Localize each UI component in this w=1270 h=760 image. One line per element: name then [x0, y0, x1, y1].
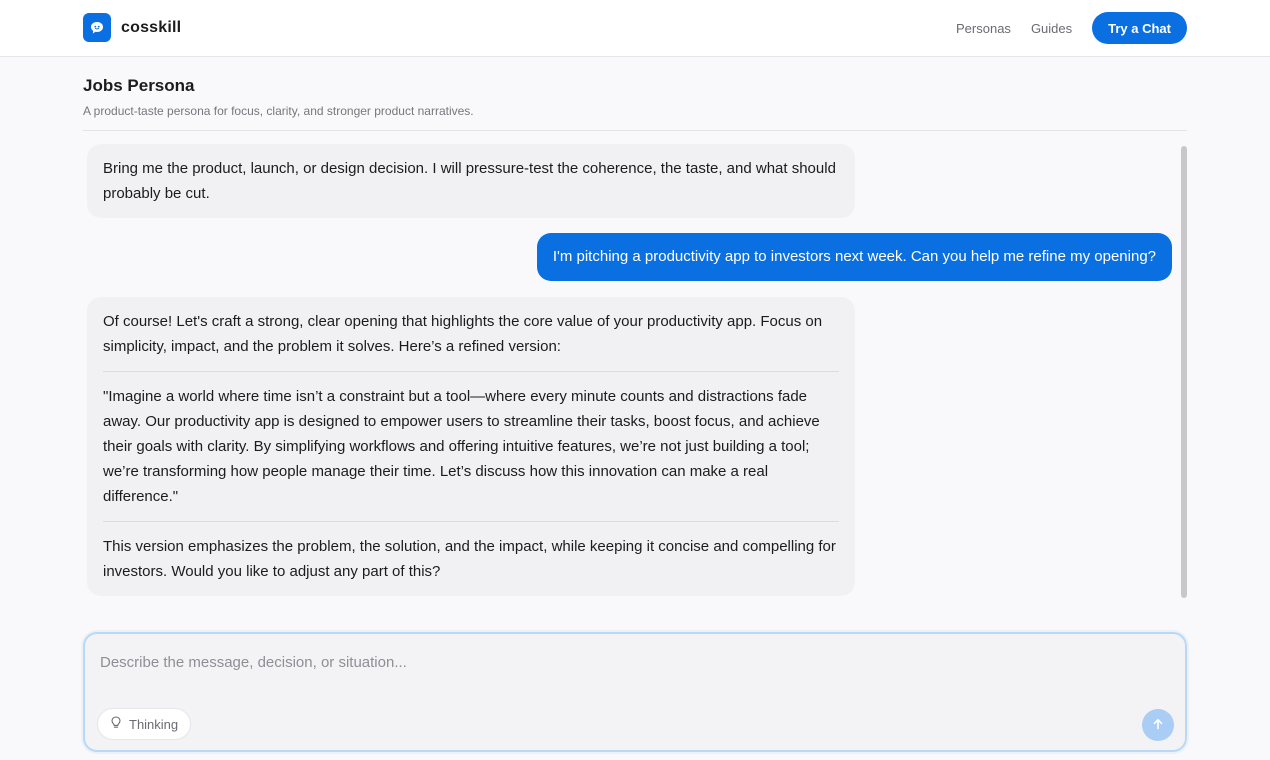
- chat-bubble-face-icon: [83, 13, 111, 42]
- brand[interactable]: cosskill: [83, 13, 181, 42]
- message-paragraph: This version emphasizes the problem, the…: [103, 538, 836, 580]
- thinking-label: Thinking: [129, 716, 179, 732]
- message-input[interactable]: [100, 650, 1160, 674]
- lightbulb-icon: [110, 716, 129, 732]
- top-nav: Personas Guides Try a Chat: [956, 12, 1187, 44]
- page-header: Jobs Persona A product-taste persona for…: [83, 76, 1187, 118]
- page-title: Jobs Persona: [83, 76, 195, 95]
- paragraph-divider: [103, 521, 839, 522]
- message-quote: "Imagine a world where time isn’t a cons…: [103, 388, 820, 505]
- thinking-toggle[interactable]: Thinking: [97, 708, 192, 740]
- composer: Thinking: [83, 632, 1187, 752]
- arrow-up-icon: [1152, 718, 1164, 733]
- page-subtitle: A product-taste persona for focus, clari…: [83, 104, 474, 118]
- chat-thread[interactable]: Bring me the product, launch, or design …: [83, 131, 1187, 601]
- chat-scrollbar[interactable]: [1181, 146, 1187, 598]
- nav-link-personas[interactable]: Personas: [956, 21, 1011, 36]
- send-button[interactable]: [1142, 709, 1174, 741]
- paragraph-divider: [103, 371, 839, 372]
- message-paragraph: Bring me the product, launch, or design …: [103, 160, 836, 202]
- nav-link-guides[interactable]: Guides: [1031, 21, 1072, 36]
- user-message: I'm pitching a productivity app to inves…: [536, 233, 1172, 281]
- message-paragraph: Of course! Let's craft a strong, clear o…: [103, 313, 823, 355]
- try-a-chat-button[interactable]: Try a Chat: [1092, 12, 1187, 44]
- assistant-message: Bring me the product, launch, or design …: [87, 144, 855, 218]
- top-bar: cosskill Personas Guides Try a Chat: [0, 0, 1270, 57]
- brand-name: cosskill: [121, 18, 182, 36]
- assistant-message: Of course! Let's craft a strong, clear o…: [87, 297, 855, 596]
